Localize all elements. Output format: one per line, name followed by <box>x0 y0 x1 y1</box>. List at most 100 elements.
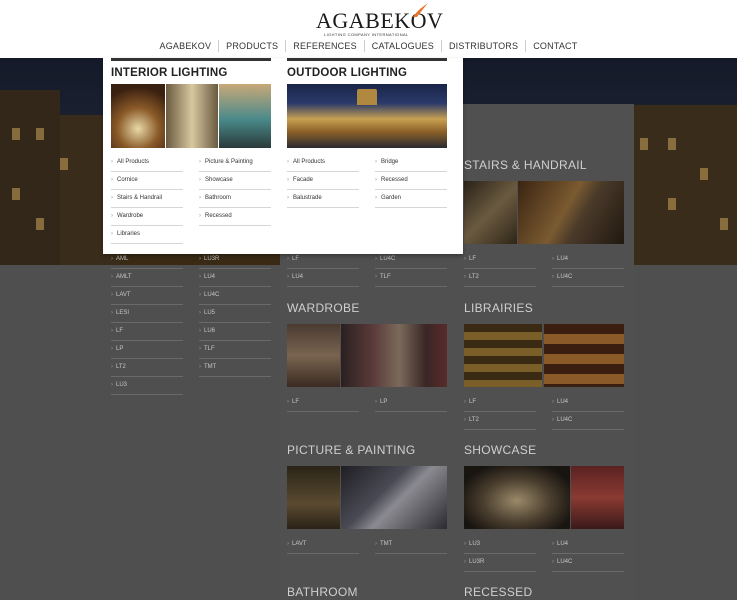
product-link[interactable]: LF <box>464 251 536 269</box>
product-link[interactable]: LP <box>111 341 183 359</box>
building-right <box>620 105 737 265</box>
section-title-showcase[interactable]: SHOWCASE <box>464 443 536 457</box>
product-link[interactable]: LU6 <box>199 323 271 341</box>
outdoor-lighting-links: All Products Facade Balustrade Bridge Re… <box>287 154 447 244</box>
window-light <box>668 198 676 210</box>
menu-item-showcase[interactable]: Showcase <box>199 172 271 190</box>
product-link[interactable]: LT2 <box>464 269 536 287</box>
menu-item-bridge[interactable]: Bridge <box>375 154 447 172</box>
nav-products[interactable]: PRODUCTS <box>218 40 285 52</box>
product-link[interactable]: LP <box>375 394 447 412</box>
product-link[interactable]: LU3R <box>464 554 536 572</box>
menu-item-picture-painting[interactable]: Picture & Painting <box>199 154 271 172</box>
product-list-libraries-1: LF LT2 <box>464 394 536 430</box>
menu-item-recessed[interactable]: Recessed <box>375 172 447 190</box>
menu-item-wardrobe[interactable]: Wardrobe <box>111 208 183 226</box>
outdoor-lighting-image[interactable] <box>287 84 447 148</box>
product-list-stairs-1: LF LT2 <box>464 251 536 287</box>
nav-catalogues[interactable]: CATALOGUES <box>363 40 441 52</box>
product-list-stairs-2: LU4 LU4C <box>552 251 624 287</box>
product-link[interactable]: LU4 <box>552 251 624 269</box>
window-light <box>700 168 708 180</box>
product-link[interactable]: LU5 <box>199 305 271 323</box>
product-link[interactable]: LU4 <box>287 269 359 287</box>
building-left-wing <box>0 90 60 265</box>
product-link[interactable]: LAVT <box>111 287 183 305</box>
nav-agabekov[interactable]: AGABEKOV <box>153 40 219 52</box>
column-top-bar <box>111 58 271 61</box>
section-title-picture-painting[interactable]: PICTURE & PAINTING <box>287 443 416 457</box>
menu-item-all-products[interactable]: All Products <box>287 154 359 172</box>
product-list-cornice-1: LF LU4 <box>287 251 359 287</box>
product-link[interactable]: LU3 <box>111 377 183 395</box>
product-link[interactable]: LF <box>287 394 359 412</box>
product-link[interactable]: LU4C <box>552 269 624 287</box>
flame-icon <box>413 3 428 17</box>
interior-list-1: All Products Cornice Stairs & Handrail W… <box>111 154 183 244</box>
product-link[interactable]: LU4 <box>199 269 271 287</box>
section-title-libraries[interactable]: LIBRAIRIES <box>464 301 533 315</box>
product-list-wardrobe-1: LF <box>287 394 359 412</box>
product-link[interactable]: LF <box>464 394 536 412</box>
window-light <box>60 158 68 170</box>
menu-item-libraries[interactable]: Libraries <box>111 226 183 244</box>
product-list-showcase-1: LU3 LU3R <box>464 536 536 572</box>
product-list-left-2: LU3R LU4 LU4C LU5 LU6 TLF TMT <box>199 251 271 377</box>
menu-item-bathroom[interactable]: Bathroom <box>199 190 271 208</box>
section-title-recessed[interactable]: RECESSED <box>464 585 532 599</box>
window-light <box>12 188 20 200</box>
menu-item-garden[interactable]: Garden <box>375 190 447 208</box>
product-link[interactable]: LESI <box>111 305 183 323</box>
product-link[interactable]: LT2 <box>464 412 536 430</box>
product-link[interactable]: LF <box>111 323 183 341</box>
products-dropdown-menu: INTERIOR LIGHTING All Products Cornice S… <box>103 58 463 254</box>
nav-contact[interactable]: CONTACT <box>525 40 584 52</box>
column-top-bar <box>287 58 447 61</box>
menu-item-stairs-handrail[interactable]: Stairs & Handrail <box>111 190 183 208</box>
section-title-wardrobe[interactable]: WARDROBE <box>287 301 360 315</box>
interior-lighting-image[interactable] <box>111 84 271 148</box>
product-link[interactable]: LU4C <box>552 412 624 430</box>
product-link[interactable]: LU4C <box>552 554 624 572</box>
agabekov-logo[interactable]: AGABEKOV LIGHTING COMPANY INTERNATIONAL <box>316 3 443 38</box>
window-light <box>640 138 648 150</box>
stairs-image[interactable] <box>464 181 624 244</box>
window-light <box>720 218 728 230</box>
wardrobe-image[interactable] <box>287 324 447 387</box>
product-list-picture-1: LAVT <box>287 536 359 554</box>
product-link[interactable]: TMT <box>375 536 447 554</box>
product-link[interactable]: TMT <box>199 359 271 377</box>
menu-item-facade[interactable]: Facade <box>287 172 359 190</box>
section-title-stairs[interactable]: STAIRS & HANDRAIL <box>464 158 587 172</box>
window-light <box>668 138 676 150</box>
menu-item-all-products[interactable]: All Products <box>111 154 183 172</box>
menu-item-cornice[interactable]: Cornice <box>111 172 183 190</box>
section-title-bathroom[interactable]: BATHROOM <box>287 585 358 599</box>
product-link[interactable]: LU4 <box>552 394 624 412</box>
libraries-image[interactable] <box>464 324 624 387</box>
product-link[interactable]: LU4 <box>552 536 624 554</box>
menu-item-balustrade[interactable]: Balustrade <box>287 190 359 208</box>
nav-references[interactable]: REFERENCES <box>285 40 364 52</box>
site-header: AGABEKOV LIGHTING COMPANY INTERNATIONAL … <box>0 0 737 58</box>
product-link[interactable]: TLF <box>375 269 447 287</box>
menu-item-recessed[interactable]: Recessed <box>199 208 271 226</box>
interior-lighting-title[interactable]: INTERIOR LIGHTING <box>111 67 271 79</box>
product-link[interactable]: LAVT <box>287 536 359 554</box>
interior-lighting-links: All Products Cornice Stairs & Handrail W… <box>111 154 271 244</box>
interior-list-2: Picture & Painting Showcase Bathroom Rec… <box>199 154 271 226</box>
product-link[interactable]: LU4C <box>199 287 271 305</box>
product-link[interactable]: AMLT <box>111 269 183 287</box>
window-light <box>12 128 20 140</box>
product-list-wardrobe-2: LP <box>375 394 447 412</box>
nav-distributors[interactable]: DISTRIBUTORS <box>440 40 525 52</box>
product-list-showcase-2: LU4 LU4C <box>552 536 624 572</box>
showcase-image[interactable] <box>464 466 624 529</box>
product-link[interactable]: LT2 <box>111 359 183 377</box>
product-link[interactable]: TLF <box>199 341 271 359</box>
window-light <box>36 128 44 140</box>
product-link[interactable]: LU3 <box>464 536 536 554</box>
outdoor-lighting-title[interactable]: OUTDOOR LIGHTING <box>287 67 447 79</box>
picture-painting-image[interactable] <box>287 466 447 529</box>
outdoor-lighting-column: OUTDOOR LIGHTING All Products Facade Bal… <box>287 58 447 244</box>
